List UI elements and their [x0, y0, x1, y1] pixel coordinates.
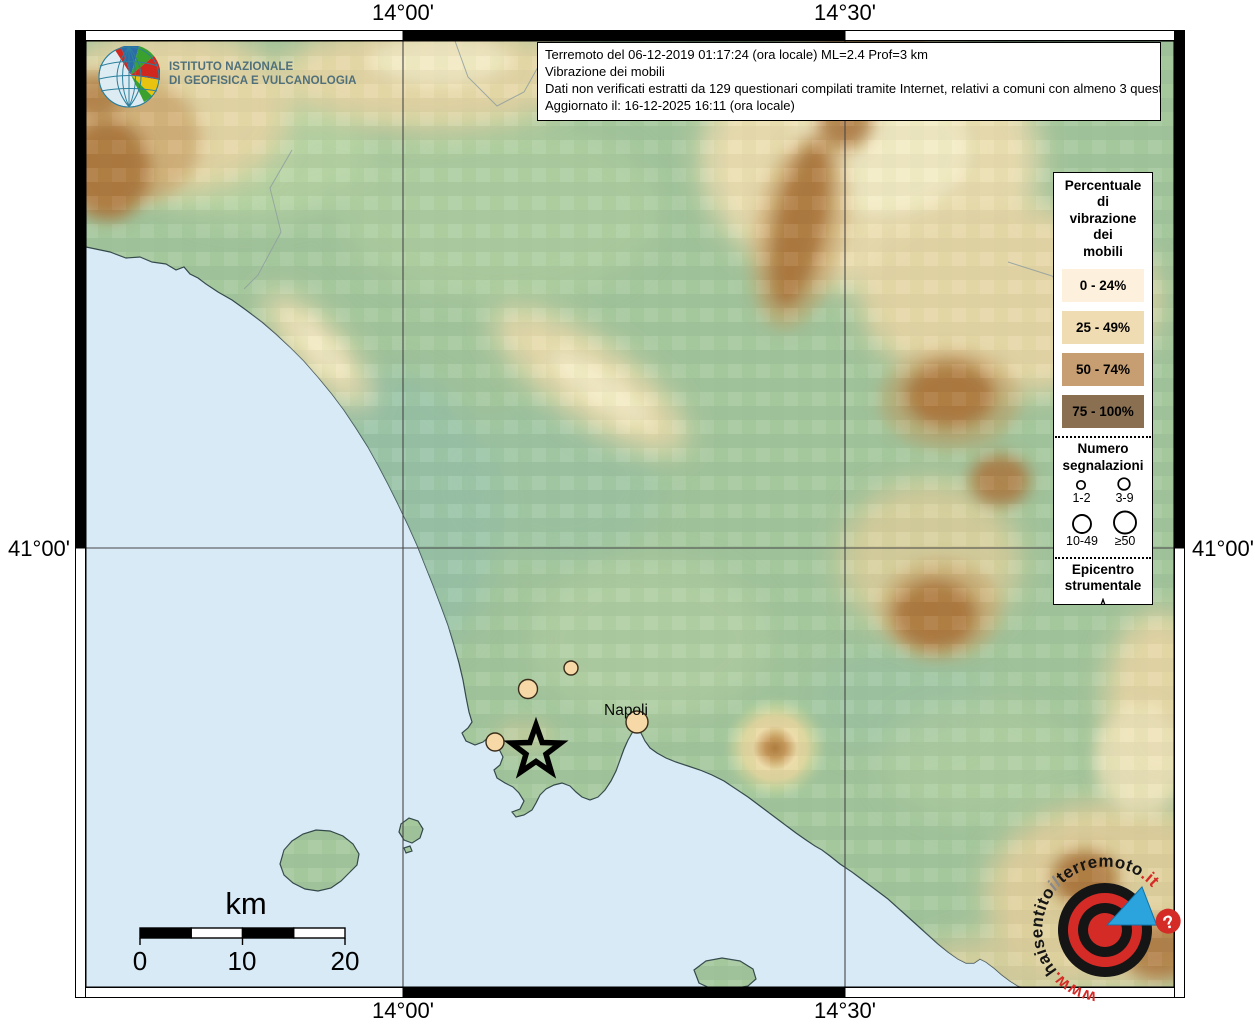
scale-tick-0: 0	[133, 946, 147, 976]
question-badge: ?	[1153, 906, 1184, 937]
legend-divider-2	[1055, 557, 1151, 559]
scale-unit-label: km	[225, 886, 266, 921]
report-size-icon-large	[1069, 513, 1095, 535]
event-summary-line: Terremoto del 06-12-2019 01:17:24 (ora l…	[545, 47, 1153, 64]
ingv-logo: ISTITUTO NAZIONALE DI GEOFISICA E VULCAN…	[98, 46, 357, 108]
scale-tick-10: 10	[228, 946, 257, 976]
report-marker	[486, 733, 504, 751]
legend-percent-title: Percentuale di vibrazione dei mobili	[1054, 173, 1152, 260]
legend-divider	[1055, 436, 1151, 438]
epicenter-star-icon	[1087, 598, 1119, 605]
report-size-icon-xlarge	[1110, 510, 1140, 535]
legend-epicenter-title: Epicentro strumentale	[1054, 562, 1152, 595]
lon-label-top-left: 14°00'	[343, 0, 463, 26]
scale-bar: km 0 10 20	[125, 882, 370, 977]
event-info-box: Terremoto del 06-12-2019 01:17:24 (ora l…	[537, 42, 1161, 121]
legend-class-0-24: 0 - 24%	[1062, 269, 1144, 302]
legend-class-75-100: 75 - 100%	[1062, 395, 1144, 428]
ingv-wordmark: ISTITUTO NAZIONALE DI GEOFISICA E VULCAN…	[169, 60, 357, 89]
lat-label-left: 41°00'	[2, 536, 70, 562]
report-marker	[564, 661, 578, 675]
ingv-line2: DI GEOFISICA E VULCANOLOGIA	[169, 74, 357, 88]
report-size-icon-small	[1073, 478, 1089, 492]
lon-label-bottom-left: 14°00'	[343, 998, 463, 1024]
ingv-line1: ISTITUTO NAZIONALE	[169, 60, 357, 74]
data-source-line: Dati non verificati estratti da 129 ques…	[545, 81, 1153, 98]
updated-at-line: Aggiornato il: 16-12-2025 16:11 (ora loc…	[545, 98, 1153, 115]
lon-label-top-right: 14°30'	[785, 0, 905, 26]
report-size-icon-medium	[1115, 476, 1133, 492]
legend-class-25-49: 25 - 49%	[1062, 311, 1144, 344]
legend: Percentuale di vibrazione dei mobili 0 -…	[1053, 172, 1153, 605]
report-size-row-1: 1-2 3-9	[1054, 476, 1152, 506]
lon-label-bottom-right: 14°30'	[785, 998, 905, 1024]
scale-tick-20: 20	[331, 946, 360, 976]
report-marker	[519, 680, 538, 699]
bullseye-icon	[1046, 871, 1163, 988]
ingv-globe-icon	[98, 46, 160, 108]
map-subject-line: Vibrazione dei mobili	[545, 64, 1153, 81]
lat-label-right: 41°00'	[1192, 536, 1254, 562]
report-size-row-2: 10-49 ≥50	[1054, 510, 1152, 549]
legend-reports-title: Numero segnalazioni	[1054, 441, 1152, 474]
city-label-napoli: Napoli	[604, 702, 648, 720]
shakemap-page: { "axis_labels": { "top_left": "14°00'",…	[0, 0, 1255, 1024]
hsit-watermark-logo: ? www.haisentitoilterremoto.it	[1016, 841, 1194, 1019]
legend-class-50-74: 50 - 74%	[1062, 353, 1144, 386]
